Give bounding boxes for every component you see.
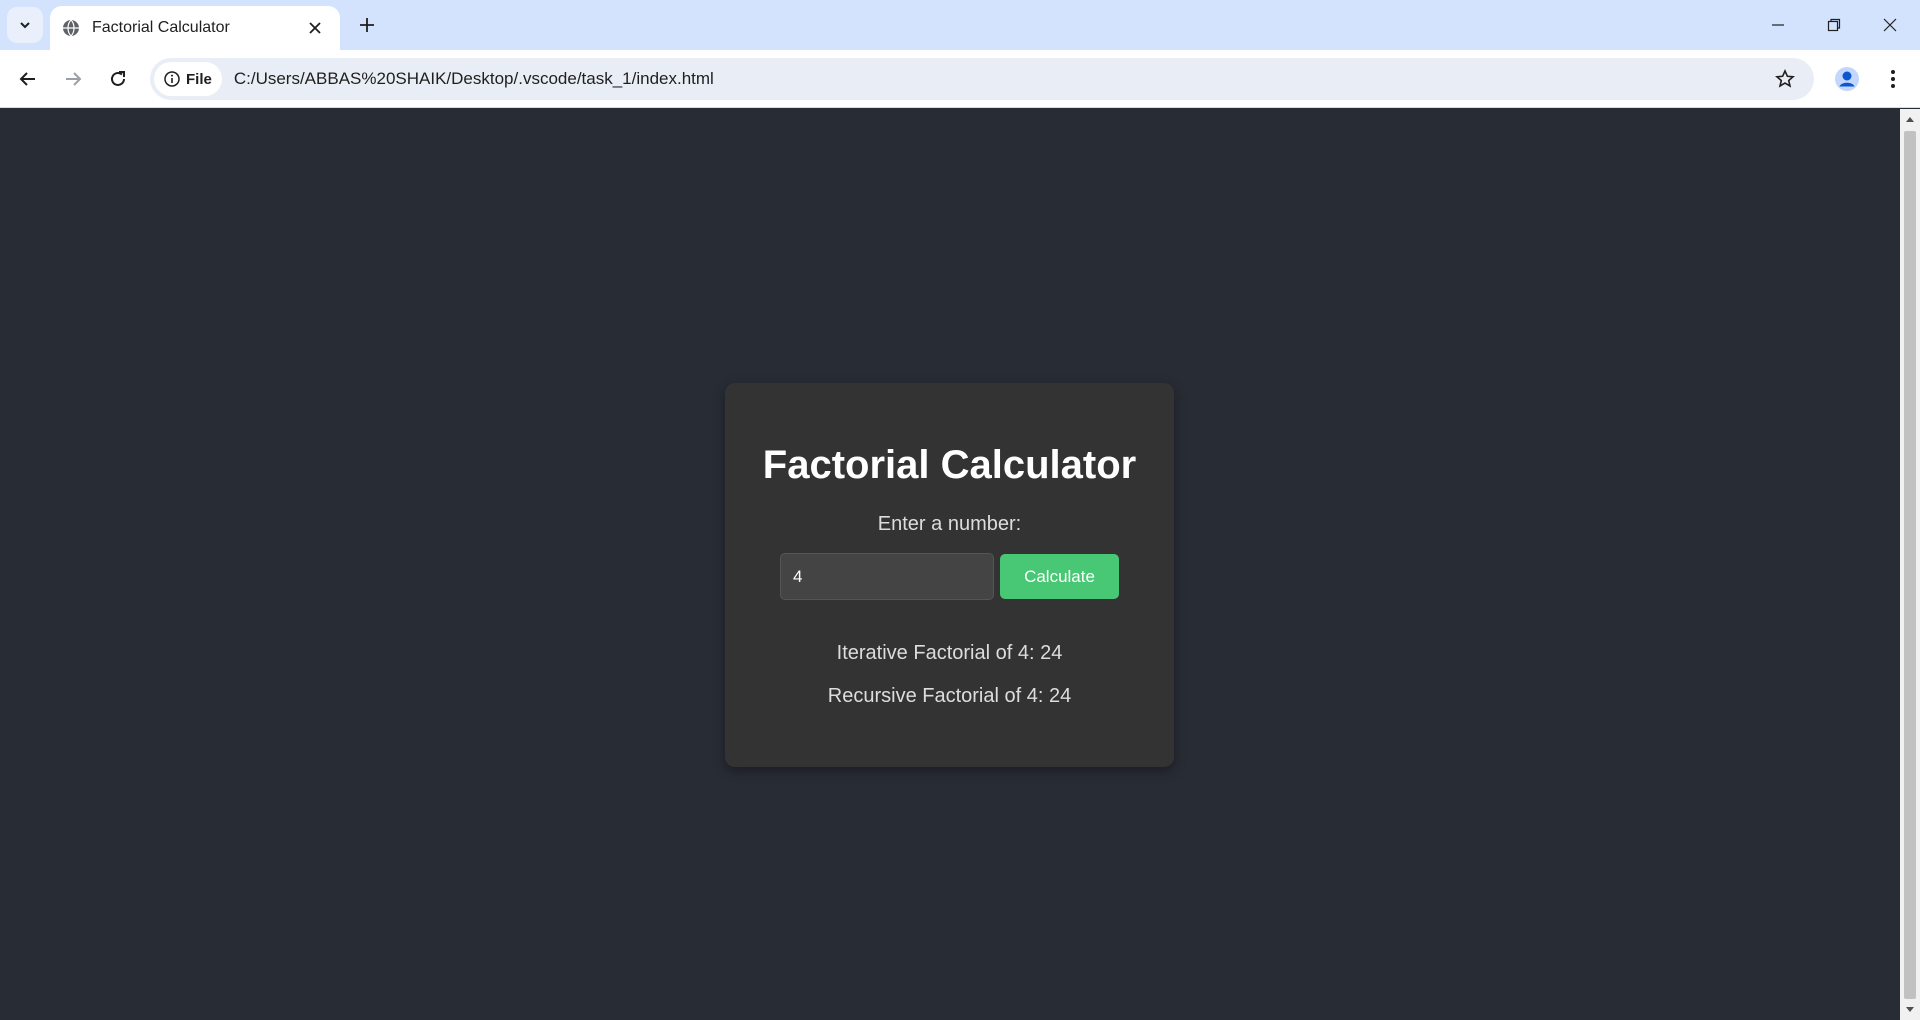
minimize-icon[interactable] (1750, 0, 1806, 50)
plus-icon[interactable] (352, 10, 382, 40)
chevron-down-icon (20, 22, 30, 29)
scroll-down-icon[interactable] (1905, 1005, 1915, 1015)
close-window-icon[interactable] (1862, 0, 1918, 50)
page-title: Factorial Calculator (762, 443, 1137, 487)
active-tab[interactable]: Factorial Calculator (50, 6, 340, 50)
info-icon (164, 71, 180, 87)
url-text: C:/Users/ABBAS%20SHAIK/Desktop/.vscode/t… (233, 69, 714, 88)
site-chip-label: File (186, 70, 212, 88)
globe-icon (62, 19, 80, 37)
browser-toolbar: File C:/Users/ABBAS%20SHAIK/Desktop/.vsc… (0, 50, 1920, 108)
recursive-result: Recursive Factorial of 4: 24 (827, 685, 1072, 707)
number-input-label: Enter a number: (877, 513, 1022, 535)
tab-title: Factorial Calculator (92, 19, 230, 36)
page-scrollbar[interactable] (1900, 109, 1920, 1020)
kebab-menu-icon[interactable] (1876, 62, 1910, 96)
reload-icon[interactable] (100, 61, 136, 97)
arrow-right-icon[interactable] (55, 61, 91, 97)
tab-strip: Factorial Calculator (0, 0, 1920, 50)
calculator-card: Factorial Calculator Enter a number: Cal… (725, 383, 1174, 767)
page-viewport: Factorial Calculator Enter a number: Cal… (0, 109, 1900, 1020)
number-input[interactable] (780, 553, 994, 600)
iterative-result: Iterative Factorial of 4: 24 (836, 642, 1063, 664)
site-info-chip[interactable]: File (154, 62, 222, 96)
calculate-button[interactable]: Calculate (1000, 554, 1119, 599)
arrow-left-icon[interactable] (10, 61, 46, 97)
tab-search-button[interactable] (7, 7, 43, 43)
scroll-up-icon[interactable] (1905, 114, 1915, 124)
close-icon[interactable] (304, 17, 326, 39)
star-icon[interactable] (1770, 64, 1800, 94)
address-bar[interactable]: File C:/Users/ABBAS%20SHAIK/Desktop/.vsc… (150, 58, 1814, 100)
scrollbar-thumb[interactable] (1904, 131, 1916, 999)
restore-icon[interactable] (1806, 0, 1862, 50)
profile-icon[interactable] (1830, 62, 1864, 96)
